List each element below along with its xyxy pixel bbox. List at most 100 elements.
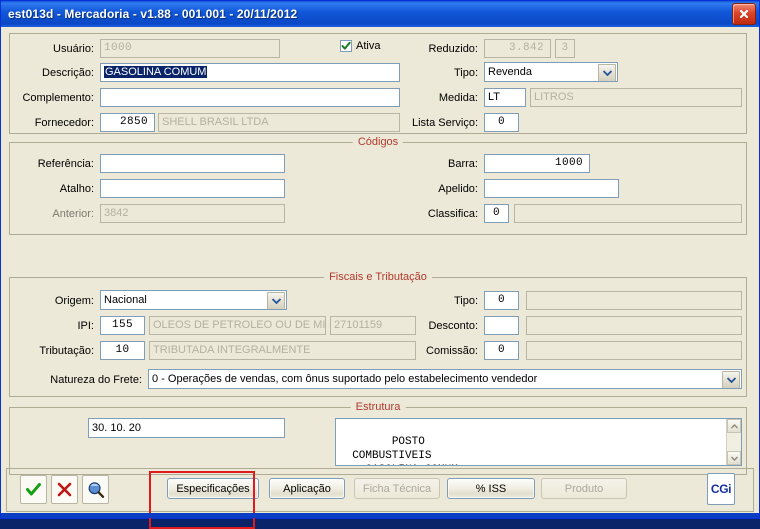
- atalho-label: Atalho:: [59, 183, 94, 195]
- form-client-area: Usuário: 1000 Ativa Reduzido: 3.842 3 De…: [1, 27, 759, 529]
- checkbox-box[interactable]: [340, 40, 352, 52]
- estrutura-scrollbar[interactable]: [726, 419, 741, 465]
- ipi-label: IPI:: [77, 320, 94, 332]
- cancel-x-icon: [57, 482, 72, 497]
- tipo-select[interactable]: Revenda: [484, 62, 618, 82]
- fornecedor-label: Fornecedor:: [34, 117, 94, 129]
- natureza-frete-value: 0 - Operações de vendas, com ônus suport…: [152, 373, 538, 385]
- classifica-label: Classifica:: [427, 208, 478, 220]
- descricao-label: Descrição:: [42, 67, 94, 79]
- search-button[interactable]: [82, 475, 109, 504]
- tributacao-description: TRIBUTADA INTEGRALMENTE: [149, 341, 416, 360]
- desconto-input[interactable]: [484, 316, 519, 335]
- ipi-description: OLEOS DE PETROLEO OU DE MIN: [149, 316, 326, 335]
- fiscais-legend: Fiscais e Tributação: [324, 271, 432, 283]
- comissao-label: Comissão:: [426, 345, 478, 357]
- usuario-field: 1000: [100, 39, 280, 58]
- atalho-input[interactable]: [100, 179, 285, 198]
- general-info-group: Usuário: 1000 Ativa Reduzido: 3.842 3 De…: [9, 33, 747, 134]
- comissao-description: [526, 341, 742, 360]
- natureza-frete-label: Natureza do Frete:: [50, 374, 142, 386]
- produto-button: Produto: [541, 478, 627, 499]
- confirm-button[interactable]: [20, 475, 47, 504]
- referencia-label: Referência:: [37, 158, 94, 170]
- medida-label: Medida:: [438, 92, 478, 104]
- cancel-button[interactable]: [51, 475, 78, 504]
- medida-description: LITROS: [530, 88, 742, 107]
- chevron-down-icon[interactable]: [267, 292, 285, 309]
- tributacao-label: Tributação:: [39, 345, 94, 357]
- fiscais-tipo-description: [526, 291, 742, 310]
- fiscais-group: Fiscais e Tributação Origem: Nacional Ti…: [9, 271, 747, 397]
- medida-input[interactable]: LT: [484, 88, 526, 107]
- cgi-logo-button[interactable]: CGi: [707, 473, 735, 505]
- fornecedor-name-field: SHELL BRASIL LTDA: [158, 113, 400, 132]
- tipo-label: Tipo:: [453, 67, 478, 79]
- iss-button[interactable]: % ISS: [447, 478, 535, 499]
- estrutura-legend: Estrutura: [350, 401, 406, 413]
- complemento-label: Complemento:: [22, 92, 94, 104]
- title-bar[interactable]: est013d - Mercadoria - v1.88 - 001.001 -…: [1, 1, 759, 27]
- window-title: est013d - Mercadoria - v1.88 - 001.001 -…: [8, 7, 298, 21]
- descricao-value: GASOLINA COMUM: [104, 66, 208, 78]
- lista-servico-label: Lista Serviço:: [411, 117, 478, 129]
- estrutura-code-input[interactable]: 30. 10. 20: [88, 418, 285, 438]
- comissao-input[interactable]: 0: [484, 341, 519, 360]
- aplicacao-label: Aplicação: [283, 482, 331, 495]
- estrutura-group: Estrutura 30. 10. 20 POSTO COMBUSTIVEIS …: [9, 401, 747, 475]
- chevron-down-icon[interactable]: [722, 371, 740, 388]
- close-button[interactable]: [732, 3, 756, 25]
- ativa-checkbox[interactable]: Ativa: [340, 40, 380, 52]
- close-icon: [739, 9, 749, 19]
- lista-servico-input[interactable]: 0: [484, 113, 519, 132]
- anterior-label: Anterior:: [52, 208, 94, 220]
- barra-input[interactable]: 1000: [484, 154, 590, 173]
- especificacoes-label: Especificações: [176, 482, 250, 495]
- fiscais-tipo-input[interactable]: 0: [484, 291, 519, 310]
- origem-select[interactable]: Nacional: [100, 290, 287, 310]
- ficha-tecnica-button: Ficha Técnica: [354, 478, 440, 499]
- anterior-field: 3842: [100, 204, 285, 223]
- natureza-frete-select[interactable]: 0 - Operações de vendas, com ônus suport…: [148, 369, 742, 389]
- chevron-down-icon[interactable]: [598, 64, 616, 81]
- scroll-down-icon[interactable]: [727, 451, 741, 465]
- confirm-check-icon: [26, 483, 41, 496]
- ativa-label: Ativa: [356, 40, 381, 52]
- especificacoes-button[interactable]: Especificações: [167, 478, 259, 499]
- descricao-input[interactable]: GASOLINA COMUM: [100, 63, 400, 82]
- tributacao-input[interactable]: 10: [100, 341, 145, 360]
- usuario-label: Usuário:: [53, 43, 94, 55]
- iss-label: % ISS: [475, 482, 507, 495]
- fornecedor-code-input[interactable]: 2850: [100, 113, 155, 132]
- classifica-input[interactable]: 0: [484, 204, 509, 223]
- reduzido-label: Reduzido:: [428, 43, 478, 55]
- apelido-input[interactable]: [484, 179, 619, 198]
- cgi-logo: CGi: [710, 482, 732, 496]
- classifica-description: [514, 204, 742, 223]
- fiscais-tipo-label: Tipo:: [453, 295, 478, 307]
- barra-label: Barra:: [448, 158, 478, 170]
- application-window: est013d - Mercadoria - v1.88 - 001.001 -…: [0, 0, 760, 529]
- search-magnifier-icon: [88, 481, 104, 498]
- reduzido-field: 3.842: [484, 39, 551, 58]
- origem-label: Origem:: [54, 295, 94, 307]
- status-bar: [1, 513, 759, 518]
- checkmark-icon: [341, 41, 351, 50]
- produto-label: Produto: [564, 482, 604, 495]
- ficha-tecnica-label: Ficha Técnica: [362, 482, 432, 495]
- codigos-group: Códigos Referência: Barra: 1000 Atalho: …: [9, 136, 747, 235]
- aplicacao-button[interactable]: Aplicação: [269, 478, 345, 499]
- referencia-input[interactable]: [100, 154, 285, 173]
- desconto-label: Desconto:: [428, 320, 478, 332]
- complemento-input[interactable]: [100, 88, 400, 107]
- apelido-label: Apelido:: [438, 183, 478, 195]
- tipo-value: Revenda: [488, 66, 533, 78]
- codigos-legend: Códigos: [352, 136, 404, 148]
- origem-value: Nacional: [104, 294, 147, 306]
- estrutura-tree-content: POSTO COMBUSTIVEIS GASOLINA COMUM: [352, 436, 458, 465]
- footer-toolbar: Especificações Aplicação Ficha Técnica %…: [6, 468, 754, 512]
- estrutura-tree[interactable]: POSTO COMBUSTIVEIS GASOLINA COMUM: [335, 418, 742, 466]
- scroll-up-icon[interactable]: [727, 419, 741, 433]
- desconto-description: [526, 316, 742, 335]
- ipi-input[interactable]: 155: [100, 316, 145, 335]
